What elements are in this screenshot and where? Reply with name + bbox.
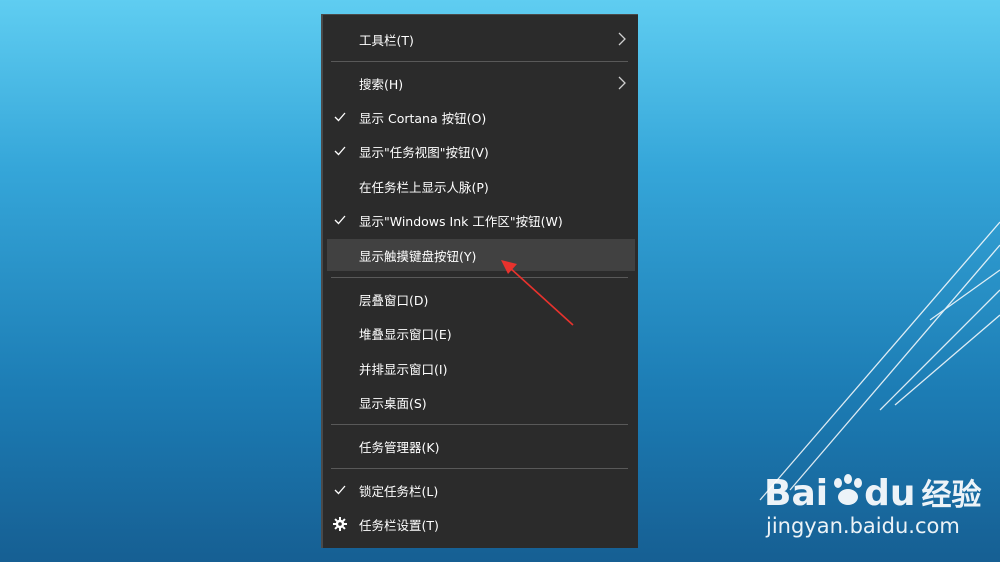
menu-item-taskbar-settings[interactable]: 任务栏设置(T) bbox=[323, 508, 638, 540]
menu-separator bbox=[331, 61, 628, 62]
menu-item-show-people[interactable]: 在任务栏上显示人脉(P) bbox=[323, 170, 638, 202]
menu-item-label: 在任务栏上显示人脉(P) bbox=[359, 179, 489, 195]
menu-item-cascade-windows[interactable]: 层叠窗口(D) bbox=[323, 283, 638, 315]
menu-item-label: 任务栏设置(T) bbox=[359, 517, 439, 533]
menu-item-show-task-view[interactable]: 显示"任务视图"按钮(V) bbox=[323, 135, 638, 167]
checkmark-icon bbox=[334, 112, 346, 122]
menu-item-label: 任务管理器(K) bbox=[359, 439, 440, 455]
checkmark-icon bbox=[334, 215, 346, 225]
chevron-right-icon bbox=[618, 76, 626, 90]
menu-item-task-manager[interactable]: 任务管理器(K) bbox=[323, 430, 638, 462]
chevron-right-icon bbox=[618, 32, 626, 46]
menu-item-label: 搜索(H) bbox=[359, 76, 404, 92]
baidu-watermark-url: jingyan.baidu.com bbox=[766, 514, 960, 538]
watermark-logo-text2: du bbox=[864, 473, 916, 514]
menu-separator bbox=[331, 277, 628, 278]
menu-item-show-windows-ink[interactable]: 显示"Windows Ink 工作区"按钮(W) bbox=[323, 204, 638, 236]
menu-item-search[interactable]: 搜索(H) bbox=[323, 67, 638, 99]
menu-item-show-touch-keyboard[interactable]: 显示触摸键盘按钮(Y) bbox=[327, 239, 635, 271]
menu-item-show-desktop[interactable]: 显示桌面(S) bbox=[323, 386, 638, 418]
menu-item-label: 显示触摸键盘按钮(Y) bbox=[359, 248, 477, 264]
menu-separator bbox=[331, 424, 628, 425]
gear-icon bbox=[333, 517, 347, 531]
menu-item-label: 显示"Windows Ink 工作区"按钮(W) bbox=[359, 213, 563, 229]
baidu-watermark-logo: Bai du 经验 bbox=[764, 470, 981, 514]
checkmark-icon bbox=[334, 146, 346, 156]
menu-item-label: 层叠窗口(D) bbox=[359, 292, 429, 308]
menu-item-side-by-side[interactable]: 并排显示窗口(I) bbox=[323, 352, 638, 384]
menu-item-label: 并排显示窗口(I) bbox=[359, 361, 448, 377]
menu-item-label: 显示"任务视图"按钮(V) bbox=[359, 144, 489, 160]
menu-item-toolbars[interactable]: 工具栏(T) bbox=[323, 23, 638, 55]
menu-item-lock-taskbar[interactable]: 锁定任务栏(L) bbox=[323, 474, 638, 506]
annotation-arrow-icon bbox=[501, 260, 574, 326]
menu-item-label: 显示桌面(S) bbox=[359, 395, 427, 411]
menu-item-label: 堆叠显示窗口(E) bbox=[359, 326, 452, 342]
checkmark-icon bbox=[334, 485, 346, 495]
paw-icon bbox=[834, 474, 863, 505]
menu-separator bbox=[331, 468, 628, 469]
watermark-logo-text: Bai bbox=[764, 473, 829, 514]
menu-item-stack-windows[interactable]: 堆叠显示窗口(E) bbox=[323, 317, 638, 349]
watermark-logo-cn: 经验 bbox=[921, 478, 982, 513]
taskbar-context-menu: 工具栏(T) 搜索(H) 显示 Cortana 按钮(O) 显示"任务视图"按钮… bbox=[321, 14, 638, 548]
menu-item-label: 锁定任务栏(L) bbox=[359, 483, 439, 499]
menu-item-show-cortana[interactable]: 显示 Cortana 按钮(O) bbox=[323, 101, 638, 133]
menu-item-label: 显示 Cortana 按钮(O) bbox=[359, 110, 487, 126]
menu-item-label: 工具栏(T) bbox=[359, 32, 414, 48]
